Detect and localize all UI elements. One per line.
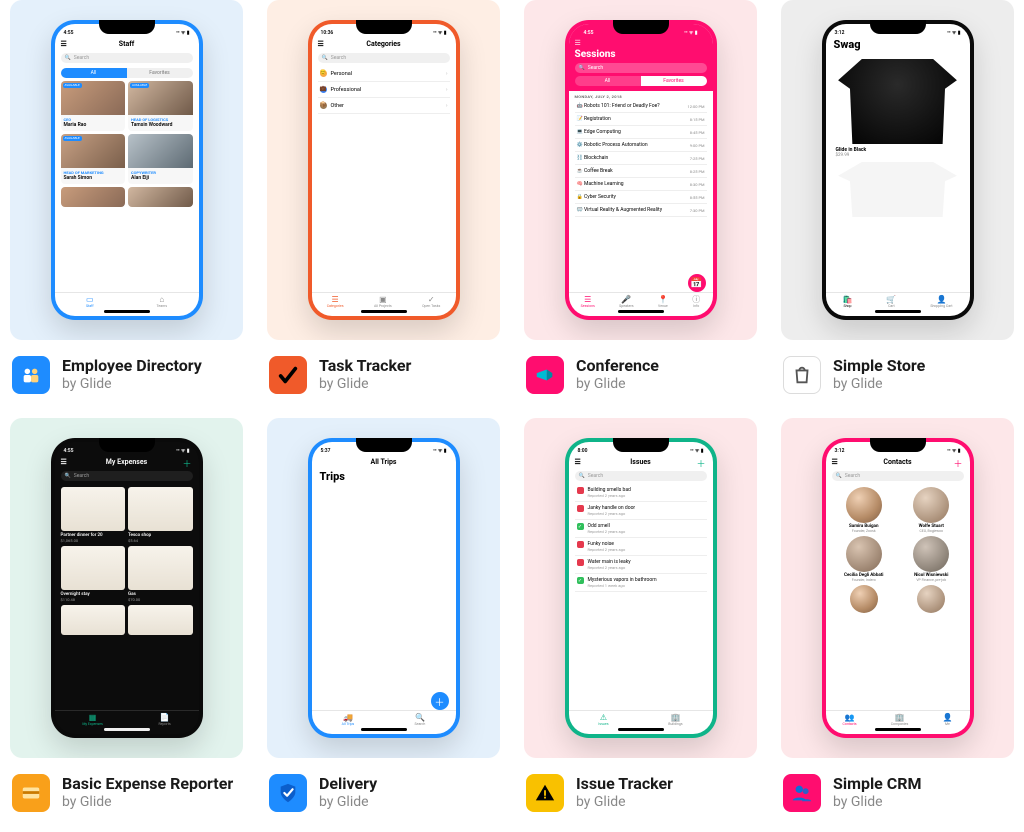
list-item[interactable]: 💼Professional› <box>318 82 450 98</box>
card-issue-tracker[interactable]: 8:00•• ᯤ ▮ ☰Issues＋ 🔍 Search Building sm… <box>524 418 757 812</box>
card-byline: by Glide <box>62 794 233 810</box>
card-preview: 4:55•• ᯤ ▮ ☰Staff 🔍 Search AllFavorites … <box>10 0 243 340</box>
card-byline: by Glide <box>576 794 673 810</box>
segmented-control[interactable]: AllFavorites <box>61 68 193 78</box>
card-title: Simple CRM <box>833 774 922 793</box>
card-preview: 4:55•• ᯤ ▮ ☰ Sessions 🔍 Search All Favor… <box>524 0 757 340</box>
list-item[interactable]: Funky noiseReported 2 years ago <box>575 538 707 556</box>
list-item[interactable]: 📝 Registration8:15 PM <box>575 113 707 126</box>
card-preview: 4:55•• ᯤ ▮ ☰My Expenses＋ 🔍 Search Partne… <box>10 418 243 758</box>
app-icon <box>783 356 821 394</box>
list-item[interactable]: 💻 Edge Computing8:45 PM <box>575 126 707 139</box>
card-task-tracker[interactable]: 10:36•• ᯤ ▮ ☰Categories 🔍 Search 😊Person… <box>267 0 500 394</box>
app-icon <box>783 774 821 812</box>
phone-frame: 10:36•• ᯤ ▮ ☰Categories 🔍 Search 😊Person… <box>308 20 460 320</box>
card-employee-directory[interactable]: 4:55•• ᯤ ▮ ☰Staff 🔍 Search AllFavorites … <box>10 0 243 394</box>
product-image <box>838 162 957 217</box>
card-delivery[interactable]: 5:37•• ᯤ ▮ All Trips Trips ＋ 🚚All Trips … <box>267 418 500 812</box>
card-conference[interactable]: 4:55•• ᯤ ▮ ☰ Sessions 🔍 Search All Favor… <box>524 0 757 394</box>
card-preview: 3:12•• ᯤ ▮ Swag Glide in Black $29.99 🛍️… <box>781 0 1014 340</box>
card-byline: by Glide <box>833 794 922 810</box>
card-title: Delivery <box>319 774 377 793</box>
list-item[interactable]: ☕ Coffee Break8:25 PM <box>575 165 707 178</box>
search-input[interactable]: 🔍 Search <box>61 471 193 481</box>
list-item[interactable]: 📦Other› <box>318 98 450 114</box>
list-item[interactable]: ⛓️ Blockchain7:25 PM <box>575 152 707 165</box>
expense-item[interactable]: Gas$70.00 <box>128 546 193 602</box>
contact-card[interactable]: Nicol WisniewskiVP Finance, pre-job <box>899 536 964 582</box>
card-byline: by Glide <box>576 376 659 392</box>
card-preview: 8:00•• ᯤ ▮ ☰Issues＋ 🔍 Search Building sm… <box>524 418 757 758</box>
list-item[interactable]: 🤖 Robots 101: Friend or Deadly Foe?12:00… <box>575 100 707 113</box>
card-byline: by Glide <box>62 376 202 392</box>
fab-button[interactable]: 📅 <box>688 274 706 292</box>
search-input[interactable]: 🔍 Search <box>832 471 964 481</box>
card-title: Employee Directory <box>62 356 202 375</box>
search-input[interactable]: 🔍 Search <box>61 53 193 63</box>
staff-card[interactable]: COPYWRITER Alan Eiji <box>128 134 193 184</box>
card-title: Task Tracker <box>319 356 411 375</box>
card-simple-crm[interactable]: 3:12•• ᯤ ▮ ☰Contacts＋ 🔍 Search Samira Bu… <box>781 418 1014 812</box>
card-expense-reporter[interactable]: 4:55•• ᯤ ▮ ☰My Expenses＋ 🔍 Search Partne… <box>10 418 243 812</box>
expense-item[interactable]: Partner dinner for 20$1,065.00 <box>61 487 126 543</box>
list-item[interactable]: 🔒 Cyber Security8:55 PM <box>575 191 707 204</box>
fab-button[interactable]: ＋ <box>431 692 449 710</box>
app-icon <box>526 774 564 812</box>
list-item[interactable]: ⚙️ Robotic Process Automation9:00 PM <box>575 139 707 152</box>
contact-card[interactable]: Cecilia Degli AbbatiFounder, Indero <box>832 536 897 582</box>
staff-card[interactable]: AVAILABLE HEAD OF MARKETING Sarah Simon <box>61 134 126 184</box>
app-icon <box>12 356 50 394</box>
card-title: Issue Tracker <box>576 774 673 793</box>
list-item[interactable]: ✓Odd smellReported 2 years ago <box>575 520 707 538</box>
card-title: Conference <box>576 356 659 375</box>
list-item[interactable]: 🧠 Machine Learning8:30 PM <box>575 178 707 191</box>
list-item[interactable]: 😊Personal› <box>318 66 450 82</box>
card-preview: 5:37•• ᯤ ▮ All Trips Trips ＋ 🚚All Trips … <box>267 418 500 758</box>
list-item[interactable]: Building smells badReported 2 years ago <box>575 484 707 502</box>
app-icon <box>269 774 307 812</box>
list-item[interactable]: ✓Mysterious vapors in bathroomReported 1… <box>575 574 707 592</box>
app-icon <box>12 774 50 812</box>
card-title: Basic Expense Reporter <box>62 774 233 793</box>
staff-card[interactable]: AVAILABLE CEO Maria Rao <box>61 81 126 131</box>
app-icon <box>526 356 564 394</box>
card-byline: by Glide <box>319 794 377 810</box>
list-item[interactable]: Water main is leakyReported 2 years ago <box>575 556 707 574</box>
card-byline: by Glide <box>319 376 411 392</box>
contact-card[interactable]: Samira BuiganFounder, Zoosk <box>832 487 897 533</box>
app-icon <box>269 356 307 394</box>
search-input[interactable]: 🔍 Search <box>575 63 707 73</box>
product-image <box>838 59 957 144</box>
contact-card[interactable]: Wolfe StuartCEO, Boglewoo <box>899 487 964 533</box>
expense-item[interactable]: Tesco shop$5.64 <box>128 487 193 543</box>
list-item[interactable]: 🥽 Virtual Reality & Augmented Reality7:3… <box>575 204 707 217</box>
list-item[interactable]: Janky handle on doorReported 2 years ago <box>575 502 707 520</box>
card-byline: by Glide <box>833 376 925 392</box>
search-input[interactable]: 🔍 Search <box>318 53 450 63</box>
search-input[interactable]: 🔍 Search <box>575 471 707 481</box>
card-title: Simple Store <box>833 356 925 375</box>
templates-grid: 4:55•• ᯤ ▮ ☰Staff 🔍 Search AllFavorites … <box>10 0 1014 812</box>
card-preview: 3:12•• ᯤ ▮ ☰Contacts＋ 🔍 Search Samira Bu… <box>781 418 1014 758</box>
phone-frame: 4:55•• ᯤ ▮ ☰Staff 🔍 Search AllFavorites … <box>51 20 203 320</box>
expense-item[interactable]: Overnight stay$110.48 <box>61 546 126 602</box>
nav-title: ☰Staff <box>55 38 199 50</box>
card-simple-store[interactable]: 3:12•• ᯤ ▮ Swag Glide in Black $29.99 🛍️… <box>781 0 1014 394</box>
card-preview: 10:36•• ᯤ ▮ ☰Categories 🔍 Search 😊Person… <box>267 0 500 340</box>
staff-card[interactable]: AVAILABLE HEAD OF LOGISTICS Tamsin Woodw… <box>128 81 193 131</box>
